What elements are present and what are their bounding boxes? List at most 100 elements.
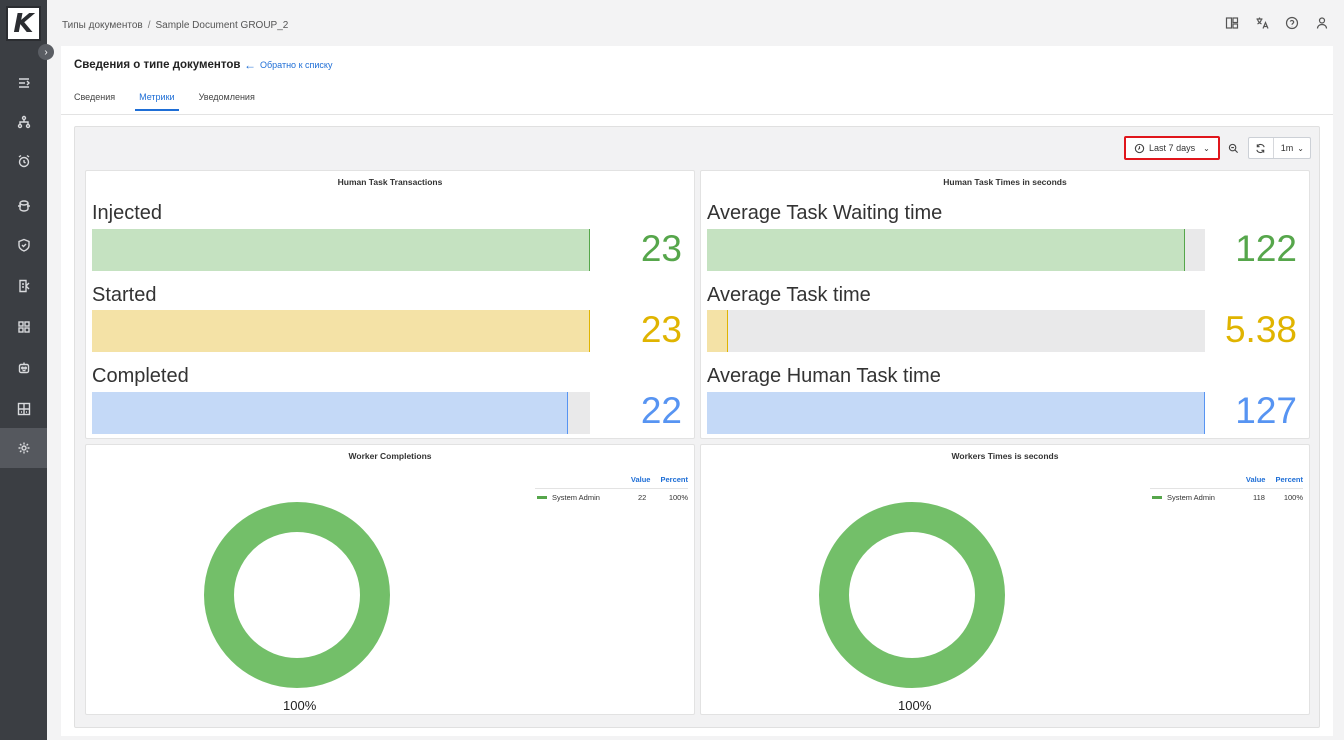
donut-percent-label: 100% — [283, 698, 317, 713]
grid-icon — [17, 321, 30, 333]
legend-percent: 100% — [1283, 493, 1303, 502]
help-icon[interactable] — [1284, 15, 1300, 31]
bar-label: Injected — [92, 202, 163, 224]
page-title: Сведения о типе документов — [74, 59, 241, 71]
back-link-label: Обратно к списку — [260, 60, 333, 70]
legend-header-value[interactable]: Value — [1246, 475, 1266, 484]
legend-value: 118 — [1253, 493, 1265, 502]
workflow-icon — [18, 78, 30, 88]
legend-header-value[interactable]: Value — [631, 475, 651, 484]
injected-bar — [92, 229, 590, 271]
time-range-label: Last 7 days — [1149, 143, 1196, 153]
panel-title: Human Task Times in seconds — [943, 177, 1067, 187]
donut-chart — [204, 502, 390, 688]
started-bar — [92, 310, 590, 352]
bar-label: Completed — [92, 365, 189, 387]
chart-legend: Value Percent System Admin 118 100% — [1150, 475, 1303, 502]
database-sync-icon — [17, 200, 30, 212]
bar-label: Average Task Waiting time — [707, 202, 943, 224]
sidebar-expand-button[interactable]: › — [38, 44, 54, 60]
donut-percent-label: 100% — [898, 698, 932, 713]
bar-label: Average Human Task time — [707, 365, 941, 387]
page-header: Сведения о типе документов ← Обратно к с… — [61, 46, 1333, 116]
sidebar-item-dashboards[interactable] — [0, 389, 47, 429]
panel-title: Human Task Transactions — [337, 177, 443, 187]
donut-chart — [819, 502, 1005, 688]
arrow-left-icon: ← — [244, 58, 256, 72]
donut-slice-system-admin[interactable] — [204, 502, 390, 688]
sidebar-item-hierarchy[interactable] — [0, 102, 47, 142]
sidebar-item-security[interactable] — [0, 225, 47, 265]
sidebar: K › — [0, 0, 54, 740]
metrics-dashboard: Last 7 days ⌄ 1m ⌄ Human Task Transactio… — [74, 126, 1320, 728]
sidebar-item-timers[interactable] — [0, 141, 47, 181]
chevron-down-icon: ⌄ — [1203, 143, 1210, 153]
panel-title: Workers Times is seconds — [951, 451, 1059, 461]
breadcrumb-parent[interactable]: Типы документов — [62, 20, 143, 31]
sidebar-item-bots[interactable] — [0, 348, 47, 388]
app-logo[interactable]: K — [6, 6, 41, 41]
bar-value: 22 — [640, 390, 682, 431]
refresh-picker[interactable]: 1m ⌄ — [1247, 137, 1311, 159]
settings-icon — [18, 442, 29, 454]
bar-value: 122 — [1235, 228, 1297, 269]
legend-name: System Admin — [1167, 493, 1215, 502]
tab-notifications[interactable]: Уведомления — [199, 92, 255, 109]
dashboard-icon — [17, 402, 30, 416]
translate-icon[interactable] — [1254, 15, 1270, 31]
completed-bar — [92, 392, 590, 434]
tab-metrics[interactable]: Метрики — [135, 92, 180, 111]
sidebar-item-integrations[interactable] — [0, 186, 47, 226]
zoom-out-button[interactable] — [1224, 137, 1244, 159]
breadcrumb-current: Sample Document GROUP_2 — [155, 20, 289, 31]
user-icon[interactable] — [1314, 15, 1330, 31]
legend-header-percent[interactable]: Percent — [1275, 475, 1303, 484]
refresh-interval-label: 1m — [1280, 143, 1294, 153]
time-range-picker[interactable]: Last 7 days ⌄ — [1124, 136, 1220, 160]
alarm-clock-icon — [18, 154, 29, 168]
donut-slice-system-admin[interactable] — [819, 502, 1005, 688]
document-list-icon — [18, 279, 29, 293]
layout-icon[interactable] — [1224, 15, 1240, 31]
bar-value: 23 — [640, 228, 682, 269]
task-times-panel: Human Task Times in seconds Average Task… — [700, 170, 1310, 439]
hierarchy-icon — [17, 115, 30, 129]
breadcrumb: Типы документов / Sample Document GROUP_2 — [62, 20, 289, 31]
transactions-panel: Human Task Transactions Injected 23 Star… — [85, 170, 695, 439]
legend-swatch — [1152, 496, 1162, 499]
chevron-down-icon: ⌄ — [1297, 143, 1304, 153]
shield-icon — [17, 238, 30, 252]
top-bar: Типы документов / Sample Document GROUP_2 — [47, 0, 1344, 46]
bar-value: 127 — [1235, 390, 1297, 431]
clock-icon — [1134, 143, 1145, 153]
worker-completions-panel: Worker Completions 100% Value Percent Sy… — [85, 444, 695, 715]
dashboard-toolbar: Last 7 days ⌄ 1m ⌄ — [1124, 136, 1311, 160]
zoom-out-icon — [1229, 143, 1239, 153]
panel-title: Worker Completions — [348, 451, 432, 461]
legend-row[interactable]: System Admin 118 100% — [1150, 488, 1303, 502]
legend-percent: 100% — [668, 493, 688, 502]
bar-value: 23 — [640, 309, 682, 350]
legend-name: System Admin — [552, 493, 600, 502]
bar-label: Average Task time — [707, 284, 871, 306]
chart-legend: Value Percent System Admin 22 100% — [535, 475, 688, 502]
legend-header-percent[interactable]: Percent — [660, 475, 688, 484]
sidebar-item-settings[interactable] — [0, 428, 47, 468]
legend-value: 22 — [638, 493, 647, 502]
metrics-content: Last 7 days ⌄ 1m ⌄ Human Task Transactio… — [61, 116, 1333, 736]
refresh-icon — [1256, 143, 1265, 153]
sidebar-item-documents[interactable] — [0, 266, 47, 306]
sidebar-item-apps[interactable] — [0, 307, 47, 347]
legend-row[interactable]: System Admin 22 100% — [535, 488, 688, 502]
back-to-list-link[interactable]: ← Обратно к списку — [244, 59, 332, 71]
robot-icon — [18, 362, 29, 374]
worker-times-panel: Workers Times is seconds 100% Value Perc… — [700, 444, 1310, 715]
tab-details[interactable]: Сведения — [74, 92, 115, 109]
bar-value: 5.38 — [1224, 309, 1297, 350]
tabs: Сведения Метрики Уведомления — [74, 92, 279, 111]
bar-label: Started — [92, 284, 157, 306]
sidebar-item-workflow[interactable] — [0, 63, 47, 103]
task-time-bar — [707, 310, 1205, 352]
human-task-time-bar — [707, 392, 1205, 434]
waiting-time-bar — [707, 229, 1205, 271]
